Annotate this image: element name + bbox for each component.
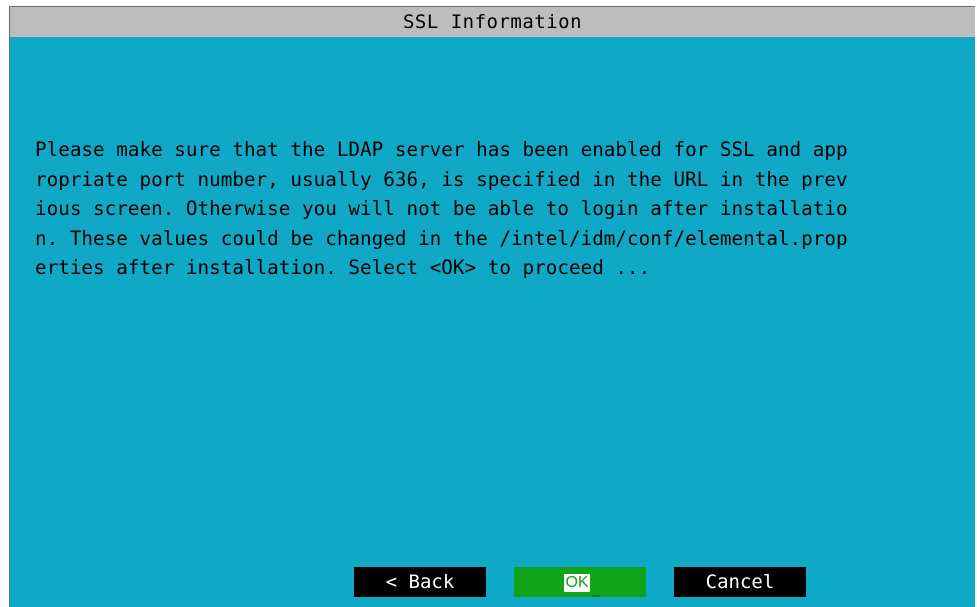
message-line: erties after installation. Select <OK> t… [35, 256, 651, 279]
back-button[interactable]: < Back [354, 567, 486, 597]
dialog-title: SSL Information [10, 7, 975, 37]
message-line: ious screen. Otherwise you will not be a… [35, 197, 848, 220]
ssl-information-dialog: SSL Information Please make sure that th… [9, 6, 975, 607]
dialog-message: Please make sure that the LDAP server ha… [35, 135, 970, 283]
cancel-button[interactable]: Cancel [674, 567, 806, 597]
cursor-underline [591, 595, 600, 597]
ok-button-label: OK [564, 573, 590, 592]
cancel-button-label: Cancel [705, 571, 775, 593]
message-line: ropriate port number, usually 636, is sp… [35, 167, 848, 191]
message-line: n. These values could be changed in the … [35, 226, 848, 250]
message-line: Please make sure that the LDAP server ha… [35, 138, 848, 161]
ok-button[interactable]: OK [514, 567, 646, 597]
back-button-label: < Back [385, 571, 455, 593]
